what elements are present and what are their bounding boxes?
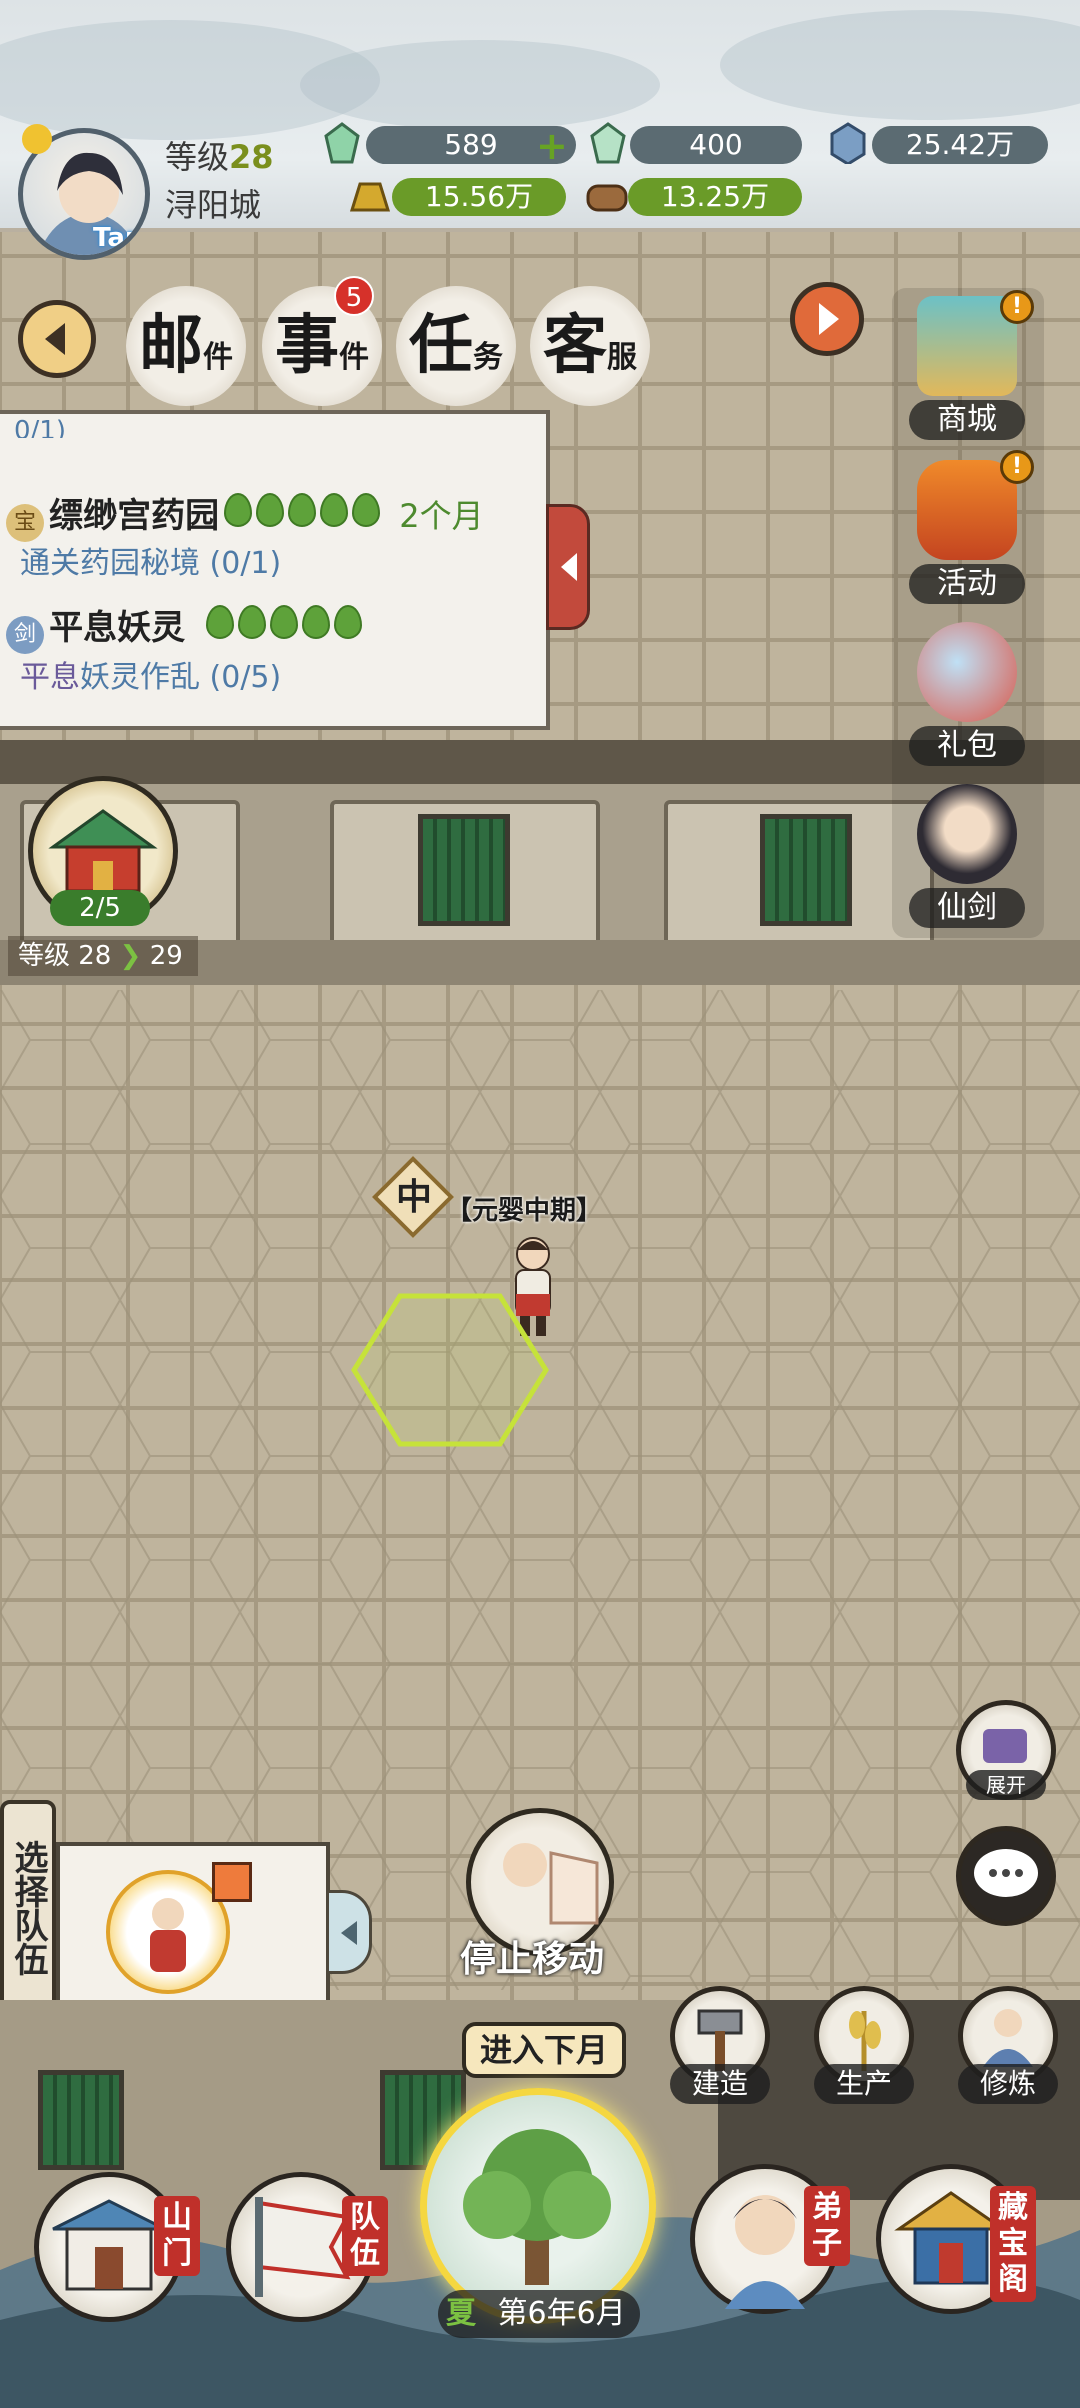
nav-treasure-label: 藏宝阁 <box>990 2186 1036 2302</box>
player-level: 等级28 <box>165 138 274 176</box>
quest-item-demon[interactable]: 剑 平息妖灵 <box>6 600 366 654</box>
cultivate-label: 修炼 <box>958 2064 1058 2104</box>
produce-label: 生产 <box>814 2064 914 2104</box>
nav-sect-gate-label: 山门 <box>154 2196 200 2276</box>
premium-stone-count: 400 <box>630 126 802 164</box>
pin-icon <box>212 1862 252 1902</box>
team-card[interactable] <box>56 1842 330 2018</box>
expand-label: 展开 <box>966 1770 1046 1800</box>
collapse-left-button[interactable] <box>18 300 96 378</box>
avatar-tap-badge: Tap <box>93 223 144 253</box>
quest-previous-progress: 0/1) <box>14 416 66 438</box>
events-badge: 5 <box>334 276 374 316</box>
next-month-button[interactable]: 进入下月 <box>462 2022 626 2078</box>
arrow-left-icon <box>561 553 577 581</box>
season-tree-icon <box>463 2129 611 2285</box>
collapse-quest-button[interactable] <box>546 504 590 630</box>
arrow-right-icon: ❯ <box>119 941 142 971</box>
quest-subtitle: 通关药园秘境 (0/1) <box>20 546 282 581</box>
select-team-label: 选择队伍 <box>8 1840 48 1976</box>
add-currency-button[interactable]: + <box>536 124 568 168</box>
stop-move-label: 停止移动 <box>460 1939 605 1980</box>
building-level-upgrade: 等级 28 ❯ 29 <box>8 936 198 976</box>
location-marker-label: 中 <box>395 1177 432 1218</box>
quest-time: 2个月 <box>399 497 484 535</box>
tab-mail[interactable]: 邮件 <box>126 286 246 406</box>
wood-icon <box>586 184 628 212</box>
arrow-right-icon <box>819 303 839 335</box>
menu-gift-pack[interactable]: 礼包 <box>892 616 1042 776</box>
crystal-icon <box>830 122 866 164</box>
gold-count: 15.56万 <box>392 178 566 216</box>
treasure-tag-icon: 宝 <box>6 503 44 542</box>
nav-team-label: 队伍 <box>342 2196 388 2276</box>
building-progress: 2/5 <box>50 890 150 926</box>
gift-icon <box>917 622 1017 722</box>
build-label: 建造 <box>670 2064 770 2104</box>
player-city: 浔阳城 <box>165 186 262 224</box>
arrow-left-icon <box>341 1921 357 1945</box>
season-calendar-button[interactable] <box>420 2088 656 2324</box>
chat-button[interactable] <box>956 1826 1056 1926</box>
expand-tabs-button[interactable] <box>790 282 864 356</box>
quest-reward-drops <box>206 605 366 643</box>
quest-reward-drops <box>224 493 384 531</box>
quest-item-herb-garden[interactable]: 宝 缥缈宫药园 2个月 <box>6 488 484 542</box>
events-alert-icon: ! <box>1000 450 1034 484</box>
quest-subtitle: 平息妖灵作乱 (0/5) <box>20 660 282 695</box>
sword-tag-icon: 剑 <box>6 615 44 654</box>
menu-xianjian[interactable]: 仙剑 <box>892 778 1042 938</box>
arrow-left-icon <box>45 323 65 355</box>
tab-support[interactable]: 客服 <box>530 286 650 406</box>
spirit-stone-icon <box>324 122 360 164</box>
premium-stone-icon <box>590 122 626 164</box>
shop-alert-icon: ! <box>1000 290 1034 324</box>
wood-count: 13.25万 <box>628 178 802 216</box>
gold-icon <box>349 182 391 212</box>
quest-tracker-panel[interactable]: 0/1) 宝 缥缈宫药园 2个月 通关药园秘境 (0/1) 剑 平息妖灵 平息妖… <box>0 410 550 730</box>
collapse-team-button[interactable] <box>326 1890 372 1974</box>
sword-fairy-icon <box>917 784 1017 884</box>
quest-title: 平息妖灵 <box>49 608 186 648</box>
sun-icon <box>22 124 52 154</box>
target-hex-highlight[interactable] <box>350 1292 550 1448</box>
character-portrait-icon <box>150 1898 186 1972</box>
wall-vent <box>38 2070 124 2170</box>
date-label: 第6年6月 <box>497 2296 626 2331</box>
nav-disciples-label: 弟子 <box>804 2186 850 2266</box>
chat-bubble-icon <box>974 1849 1038 1897</box>
quest-title: 缥缈宫药园 <box>49 496 220 536</box>
date-display: 夏 第6年6月 <box>438 2290 640 2338</box>
realm-label: 【元婴中期】 <box>446 1196 603 1226</box>
crystal-count: 25.42万 <box>872 126 1048 164</box>
tab-tasks[interactable]: 任务 <box>396 286 516 406</box>
season-label: 夏 <box>446 2296 476 2331</box>
